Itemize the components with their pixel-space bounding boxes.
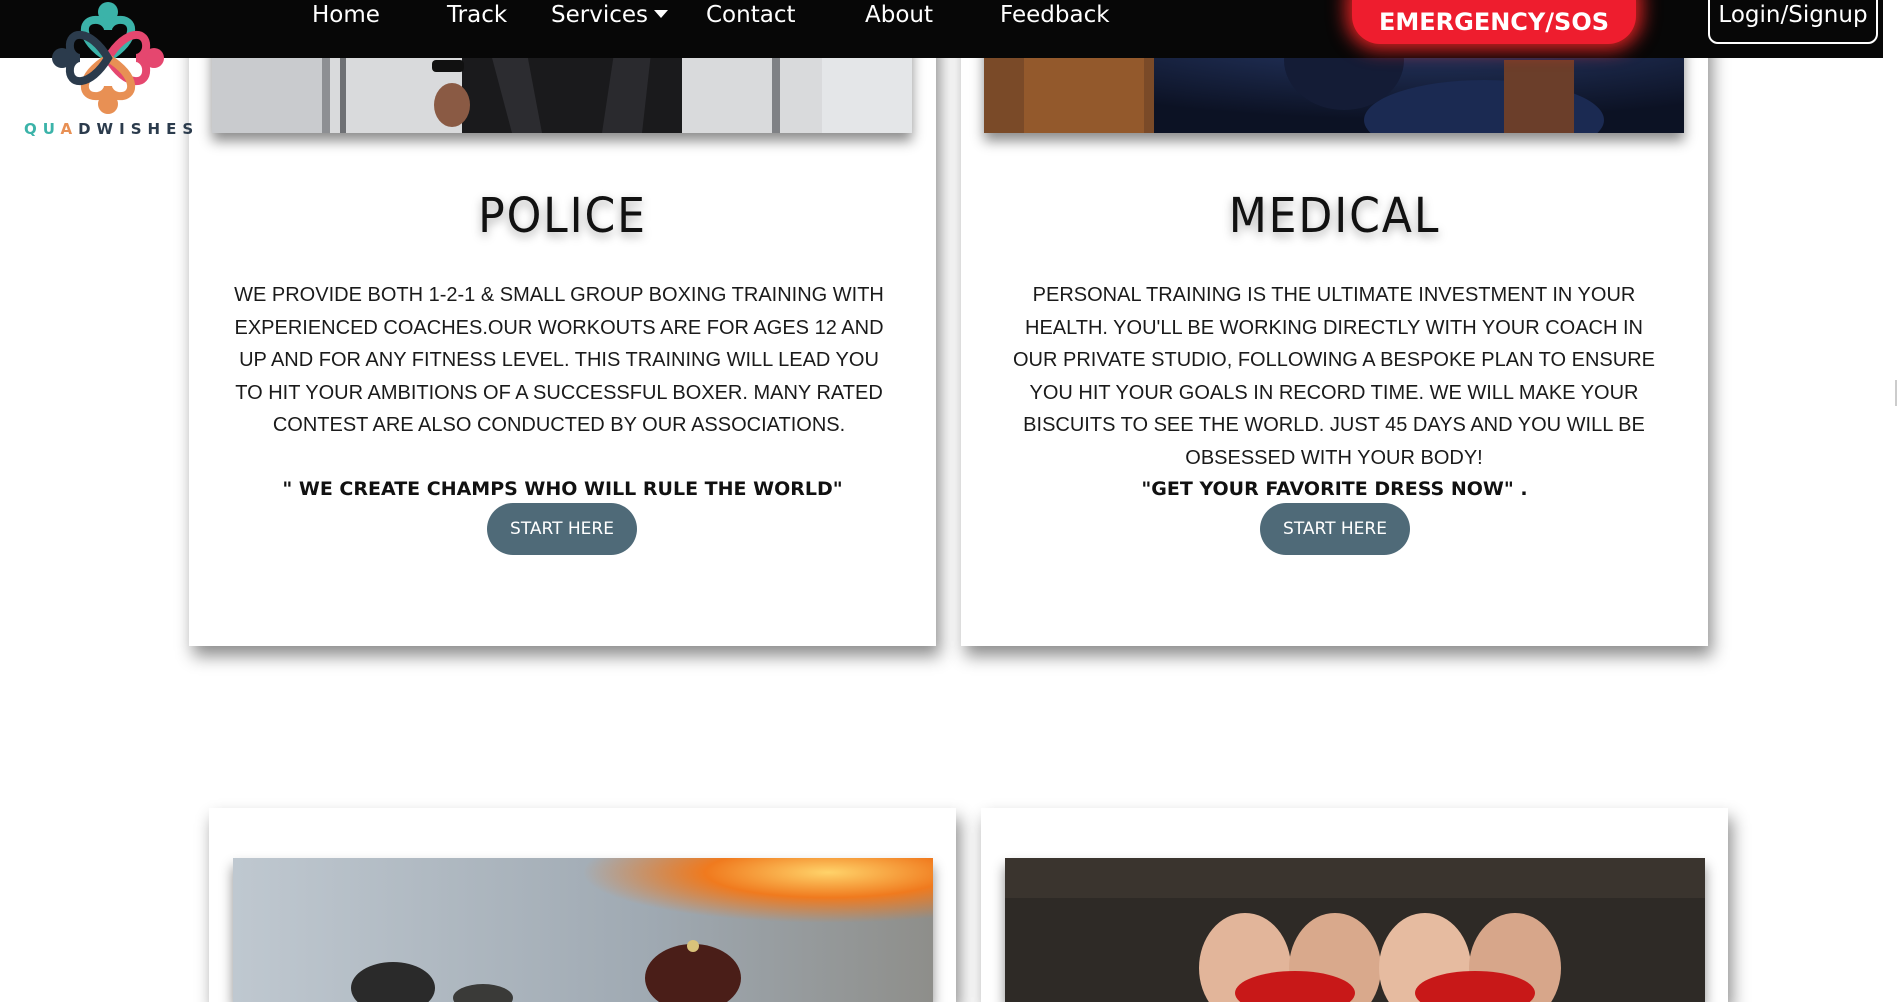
service-card-blood bbox=[981, 808, 1728, 1002]
nav-about-link[interactable]: About bbox=[865, 0, 933, 30]
caret-down-icon bbox=[654, 9, 668, 18]
nav-services-label: Services bbox=[551, 2, 648, 28]
service-card-medical: MEDICAL PERSONAL TRAINING IS THE ULTIMAT… bbox=[961, 0, 1708, 646]
top-navbar: Home Track Services Contact About Feedba… bbox=[0, 0, 1901, 58]
logo-letter: E bbox=[166, 120, 183, 138]
card-description: PERSONAL TRAINING IS THE ULTIMATE INVEST… bbox=[1012, 284, 1655, 469]
card-title: POLICE bbox=[478, 188, 647, 244]
start-here-button[interactable]: START HERE bbox=[1260, 503, 1410, 555]
logo-letter: Q bbox=[24, 120, 43, 138]
logo-letter: W bbox=[96, 120, 120, 138]
emergency-sos-button[interactable]: EMERGENCY/SOS bbox=[1352, 0, 1636, 44]
logo-letter: I bbox=[119, 120, 131, 138]
nav-feedback-link[interactable]: Feedback bbox=[1000, 0, 1110, 30]
nav-contact-link[interactable]: Contact bbox=[706, 0, 795, 30]
card-quote: "GET YOUR FAVORITE DRESS NOW" . bbox=[1141, 478, 1528, 500]
scrollbar-track[interactable] bbox=[1883, 0, 1901, 58]
logo-letter: U bbox=[42, 120, 61, 138]
hands-image bbox=[1005, 858, 1705, 1002]
fire-image bbox=[233, 858, 933, 1002]
scroll-indicator bbox=[1895, 380, 1897, 406]
nav-home-link[interactable]: Home bbox=[312, 0, 380, 30]
logo-emblem-icon bbox=[52, 2, 164, 114]
card-description: WE PROVIDE BOTH 1-2-1 & SMALL GROUP BOXI… bbox=[234, 284, 884, 436]
quadwishes-logo[interactable]: QUADWISHES bbox=[18, 0, 193, 142]
login-signup-button[interactable]: Login/Signup bbox=[1708, 0, 1878, 44]
logo-letter: H bbox=[147, 120, 167, 138]
service-card-fire bbox=[209, 808, 956, 1002]
card-quote: " WE CREATE CHAMPS WHO WILL RULE THE WOR… bbox=[282, 478, 843, 500]
logo-letter: A bbox=[60, 120, 79, 138]
logo-letter: D bbox=[78, 120, 97, 138]
nav-track-link[interactable]: Track bbox=[447, 0, 507, 30]
logo-letter: S bbox=[130, 120, 148, 138]
nav-services-dropdown[interactable]: Services bbox=[551, 0, 668, 30]
logo-wordmark: QUADWISHES bbox=[24, 120, 199, 138]
card-title: MEDICAL bbox=[1228, 188, 1441, 244]
logo-letter: S bbox=[182, 120, 200, 138]
service-card-police: POLICE WE PROVIDE BOTH 1-2-1 & SMALL GRO… bbox=[189, 0, 936, 646]
start-here-button[interactable]: START HERE bbox=[487, 503, 637, 555]
